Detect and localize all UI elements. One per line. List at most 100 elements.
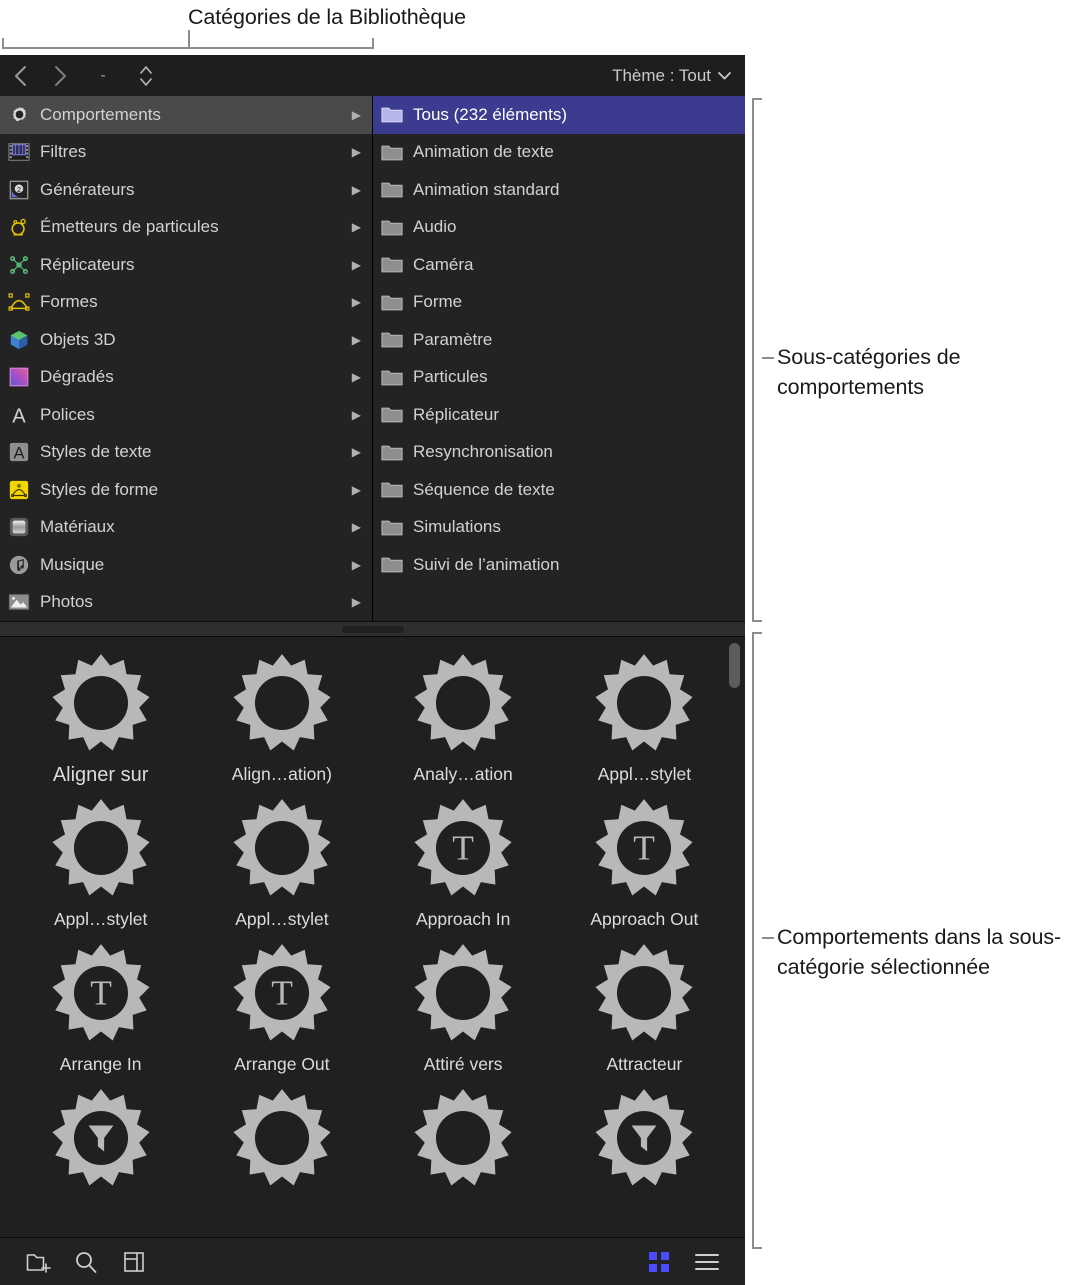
chevron-right-icon[interactable]: ▶ xyxy=(352,258,372,272)
category-row[interactable]: Photos ▶ xyxy=(0,584,372,622)
subcategory-label: Particules xyxy=(413,367,488,387)
gear-filter-icon xyxy=(49,1086,153,1195)
search-icon xyxy=(76,1251,97,1273)
behavior-item[interactable]: T Arrange In xyxy=(10,941,191,1086)
category-row[interactable]: Filtres ▶ xyxy=(0,134,372,172)
chevron-right-icon[interactable]: ▶ xyxy=(352,220,372,234)
category-row[interactable]: Musique ▶ xyxy=(0,546,372,584)
chevron-right-icon[interactable]: ▶ xyxy=(352,370,372,384)
gear-icon xyxy=(230,1086,334,1195)
chevron-right-icon[interactable]: ▶ xyxy=(352,295,372,309)
callout-subcategories: Sous-catégories de comportements xyxy=(777,345,961,399)
folder-icon xyxy=(380,553,404,577)
subcategory-row[interactable]: Animation standard xyxy=(373,171,745,209)
behavior-item[interactable] xyxy=(191,1086,372,1231)
gear-icon xyxy=(411,651,515,760)
category-row[interactable]: 2 Générateurs ▶ xyxy=(0,171,372,209)
behavior-item[interactable]: Appl…stylet xyxy=(191,796,372,941)
category-row[interactable]: Formes ▶ xyxy=(0,284,372,322)
behavior-item[interactable] xyxy=(554,1086,735,1231)
behavior-item[interactable] xyxy=(10,1086,191,1231)
behavior-label: Approach Out xyxy=(590,909,699,929)
chevron-right-icon[interactable]: ▶ xyxy=(352,520,372,534)
behavior-item[interactable]: Appl…stylet xyxy=(10,796,191,941)
subcategory-row[interactable]: Audio xyxy=(373,209,745,247)
grid-scrollbar[interactable] xyxy=(729,643,740,1223)
grid-view-button[interactable] xyxy=(635,1238,683,1285)
svg-text:T: T xyxy=(90,972,112,1012)
subcategory-row[interactable]: Suivi de l’animation xyxy=(373,546,745,584)
category-row[interactable]: Styles de forme ▶ xyxy=(0,471,372,509)
subcategory-row[interactable]: Simulations xyxy=(373,509,745,547)
subcategory-list[interactable]: Tous (232 éléments) Animation de texte A… xyxy=(373,96,745,621)
theme-label: Thème : Tout xyxy=(612,65,711,85)
subcategory-row[interactable]: Particules xyxy=(373,359,745,397)
font-a-icon: A xyxy=(7,403,31,427)
shape-icon xyxy=(7,290,31,314)
behavior-item[interactable]: Appl…stylet xyxy=(554,651,735,796)
category-row[interactable]: Objets 3D ▶ xyxy=(0,321,372,359)
photo-icon xyxy=(7,590,31,614)
category-row[interactable]: A Styles de texte ▶ xyxy=(0,434,372,472)
behavior-label: Attiré vers xyxy=(423,1054,503,1074)
subcategory-row[interactable]: Forme xyxy=(373,284,745,322)
grid-scrollbar-thumb[interactable] xyxy=(729,643,740,688)
behavior-item[interactable] xyxy=(373,1086,554,1231)
category-row[interactable]: Dégradés ▶ xyxy=(0,359,372,397)
panel-layout-button[interactable] xyxy=(110,1238,158,1285)
panel-splitter[interactable] xyxy=(0,621,745,637)
behavior-item[interactable]: T Approach Out xyxy=(554,796,735,941)
gear-icon xyxy=(411,941,515,1050)
list-view-button[interactable] xyxy=(683,1238,731,1285)
subcategory-row[interactable]: Paramètre xyxy=(373,321,745,359)
behavior-item[interactable]: Attiré vers xyxy=(373,941,554,1086)
new-folder-icon xyxy=(26,1253,51,1273)
chevron-right-icon[interactable]: ▶ xyxy=(352,183,372,197)
chevron-right-icon[interactable]: ▶ xyxy=(352,483,372,497)
subcategory-row[interactable]: Tous (232 éléments) xyxy=(373,96,745,134)
splitter-grip[interactable] xyxy=(341,625,404,633)
category-row[interactable]: Réplicateurs ▶ xyxy=(0,246,372,284)
behavior-item[interactable]: Analy…ation xyxy=(373,651,554,796)
replicator-icon xyxy=(7,253,31,277)
subcategory-row[interactable]: Caméra xyxy=(373,246,745,284)
category-label: Matériaux xyxy=(40,517,115,537)
behavior-item[interactable]: T Approach In xyxy=(373,796,554,941)
theme-dropdown[interactable]: Thème : Tout xyxy=(612,66,745,86)
material-icon xyxy=(7,515,31,539)
chevron-right-icon[interactable]: ▶ xyxy=(352,445,372,459)
forward-button[interactable] xyxy=(40,55,80,96)
behavior-item[interactable]: Align…ation) xyxy=(191,651,372,796)
subcategory-row[interactable]: Réplicateur xyxy=(373,396,745,434)
category-row[interactable]: A Polices ▶ xyxy=(0,396,372,434)
gear-icon xyxy=(411,1086,515,1195)
chevron-right-icon[interactable]: ▶ xyxy=(352,333,372,347)
chevron-right-icon[interactable]: ▶ xyxy=(352,108,372,122)
chevron-right-icon[interactable]: ▶ xyxy=(352,145,372,159)
category-list[interactable]: Comportements ▶ Filtres ▶ 2 Générateurs ▶ Ém… xyxy=(0,96,373,621)
subcategory-row[interactable]: Resynchronisation xyxy=(373,434,745,472)
behavior-grid[interactable]: Aligner sur Align…ation) Analy…ation App… xyxy=(0,637,745,1231)
gear-text-icon: T xyxy=(49,941,153,1050)
category-label: Styles de texte xyxy=(40,442,152,462)
behavior-item[interactable]: T Arrange Out xyxy=(191,941,372,1086)
back-button[interactable] xyxy=(0,55,40,96)
category-row[interactable]: Émetteurs de particules ▶ xyxy=(0,209,372,247)
behavior-label: Aligner sur xyxy=(52,764,149,786)
new-folder-button[interactable] xyxy=(14,1238,62,1285)
panel-layout-icon xyxy=(124,1251,144,1272)
chevron-right-icon[interactable]: ▶ xyxy=(352,595,372,609)
subcategory-row[interactable]: Séquence de texte xyxy=(373,471,745,509)
subcategory-label: Séquence de texte xyxy=(413,479,555,499)
search-button[interactable] xyxy=(62,1238,110,1285)
behavior-item[interactable]: Attracteur xyxy=(554,941,735,1086)
chevron-right-icon[interactable]: ▶ xyxy=(352,408,372,422)
behavior-item[interactable]: Aligner sur xyxy=(10,651,191,796)
subcategory-row[interactable]: Animation de texte xyxy=(373,134,745,172)
stepper-button[interactable] xyxy=(126,55,166,96)
gear-icon xyxy=(49,796,153,905)
category-row[interactable]: Matériaux ▶ xyxy=(0,509,372,547)
chevron-right-icon[interactable]: ▶ xyxy=(352,558,372,572)
behavior-label: Analy…ation xyxy=(413,764,513,784)
category-row[interactable]: Comportements ▶ xyxy=(0,96,372,134)
